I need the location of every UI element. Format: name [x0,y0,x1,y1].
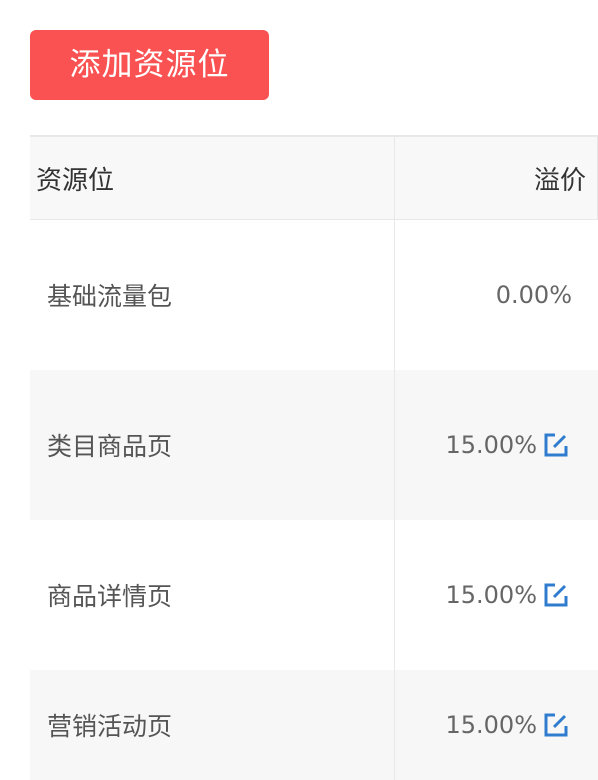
premium-cell: 15.00% [395,370,598,520]
resource-slot-name: 营销活动页 [30,670,395,780]
edit-icon[interactable] [541,430,571,460]
table-header: 资源位 溢价 [30,137,598,220]
table-row: 类目商品页 15.00% [30,370,598,520]
premium-value: 15.00% [445,431,537,459]
column-header-resource-slot: 资源位 [30,137,395,219]
edit-icon[interactable] [541,580,571,610]
table-row: 营销活动页 15.00% [30,670,598,780]
edit-icon[interactable] [541,710,571,740]
resource-slot-name: 基础流量包 [30,220,395,370]
column-header-premium: 溢价 [395,137,598,219]
table-row: 基础流量包 0.00% [30,220,598,370]
premium-value: 15.00% [445,711,537,739]
premium-value: 0.00% [495,281,572,309]
premium-value: 15.00% [445,581,537,609]
resource-slot-name: 类目商品页 [30,370,395,520]
resource-slot-table: 资源位 溢价 基础流量包 0.00% 类目商品页 15.00% 商品详情页 15… [30,135,598,780]
table-row: 商品详情页 15.00% [30,520,598,670]
premium-cell: 15.00% [395,670,598,780]
resource-slot-name: 商品详情页 [30,520,395,670]
add-resource-slot-button[interactable]: 添加资源位 [30,30,269,100]
premium-cell: 15.00% [395,520,598,670]
